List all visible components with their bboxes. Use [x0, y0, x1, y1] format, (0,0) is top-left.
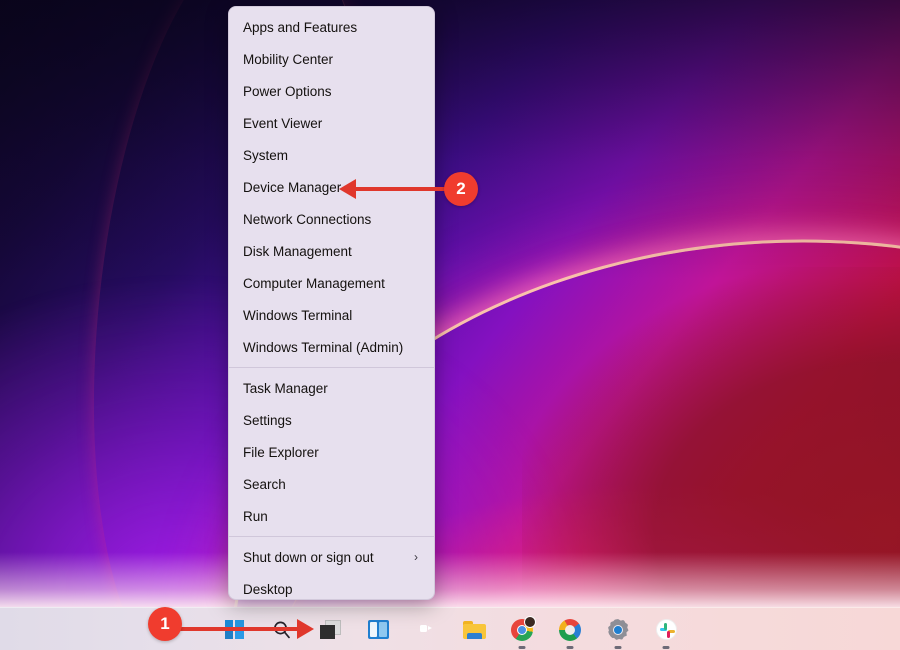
slack-button[interactable]	[651, 615, 681, 649]
edge-button[interactable]	[555, 615, 585, 649]
chrome-icon	[511, 615, 536, 641]
menu-item-windows-terminal[interactable]: Windows Terminal	[229, 299, 434, 331]
menu-item-computer-management[interactable]: Computer Management	[229, 267, 434, 299]
menu-item-label: Event Viewer	[243, 115, 323, 131]
menu-item-label: Windows Terminal	[243, 307, 353, 323]
menu-item-desktop[interactable]: Desktop	[229, 573, 434, 599]
menu-item-label: Windows Terminal (Admin)	[243, 339, 404, 355]
menu-item-system[interactable]: System	[229, 139, 434, 171]
menu-item-label: Computer Management	[243, 275, 385, 291]
settings-button[interactable]	[603, 615, 633, 649]
menu-item-network-connections[interactable]: Network Connections	[229, 203, 434, 235]
menu-item-shut-down-or-sign-out[interactable]: Shut down or sign out ›	[229, 541, 434, 573]
menu-item-label: Power Options	[243, 83, 332, 99]
annotation-badge-1: 1	[148, 607, 182, 641]
menu-item-label: Apps and Features	[243, 19, 358, 35]
chevron-right-icon: ›	[414, 550, 418, 564]
menu-item-task-manager[interactable]: Task Manager	[229, 372, 434, 404]
menu-item-label: File Explorer	[243, 444, 319, 460]
task-view-button[interactable]	[315, 615, 345, 645]
menu-item-run[interactable]: Run	[229, 500, 434, 532]
running-indicator	[566, 646, 574, 649]
annotation-arrow-head-2	[339, 179, 356, 199]
menu-item-mobility-center[interactable]: Mobility Center	[229, 43, 434, 75]
chat-icon	[416, 620, 437, 640]
file-explorer-button[interactable]	[459, 615, 489, 645]
wallpaper-top-shade	[0, 0, 900, 280]
menu-item-label: Settings	[243, 412, 292, 428]
menu-item-label: Mobility Center	[243, 51, 334, 67]
menu-item-label: System	[243, 147, 289, 163]
slack-icon	[655, 619, 677, 640]
gear-icon	[607, 619, 629, 640]
chrome-button[interactable]	[507, 615, 537, 649]
menu-item-label: Search	[243, 476, 286, 492]
winx-power-user-menu[interactable]: Apps and Features Mobility Center Power …	[228, 6, 435, 600]
running-indicator	[518, 646, 526, 649]
menu-item-file-explorer[interactable]: File Explorer	[229, 436, 434, 468]
widgets-button[interactable]	[363, 615, 393, 645]
menu-item-search[interactable]: Search	[229, 468, 434, 500]
menu-item-event-viewer[interactable]: Event Viewer	[229, 107, 434, 139]
running-indicator	[614, 646, 622, 649]
menu-item-power-options[interactable]: Power Options	[229, 75, 434, 107]
task-view-icon	[319, 620, 341, 639]
menu-separator	[229, 367, 434, 368]
menu-item-label: Shut down or sign out	[243, 549, 374, 565]
annotation-arrow-line-2	[355, 187, 450, 191]
desktop-wallpaper	[0, 0, 900, 607]
menu-item-settings[interactable]: Settings	[229, 404, 434, 436]
annotation-badge-2: 2	[444, 172, 478, 206]
taskbar[interactable]	[0, 607, 900, 650]
menu-item-label: Network Connections	[243, 211, 372, 227]
file-explorer-icon	[462, 620, 486, 639]
menu-item-label: Disk Management	[243, 243, 352, 259]
menu-item-windows-terminal-admin[interactable]: Windows Terminal (Admin)	[229, 331, 434, 363]
annotation-arrow-head-1	[297, 619, 314, 639]
menu-item-apps-and-features[interactable]: Apps and Features	[229, 11, 434, 43]
menu-item-label: Task Manager	[243, 380, 328, 396]
menu-separator	[229, 536, 434, 537]
widgets-icon	[367, 620, 389, 639]
avatar	[524, 615, 536, 628]
chat-button[interactable]	[411, 615, 441, 645]
menu-item-disk-management[interactable]: Disk Management	[229, 235, 434, 267]
menu-item-label: Run	[243, 508, 268, 524]
edge-icon	[559, 618, 581, 641]
annotation-arrow-line-1	[180, 627, 302, 631]
menu-item-label: Desktop	[243, 581, 293, 597]
running-indicator	[662, 646, 670, 649]
wallpaper-bottom-haze	[0, 552, 900, 607]
